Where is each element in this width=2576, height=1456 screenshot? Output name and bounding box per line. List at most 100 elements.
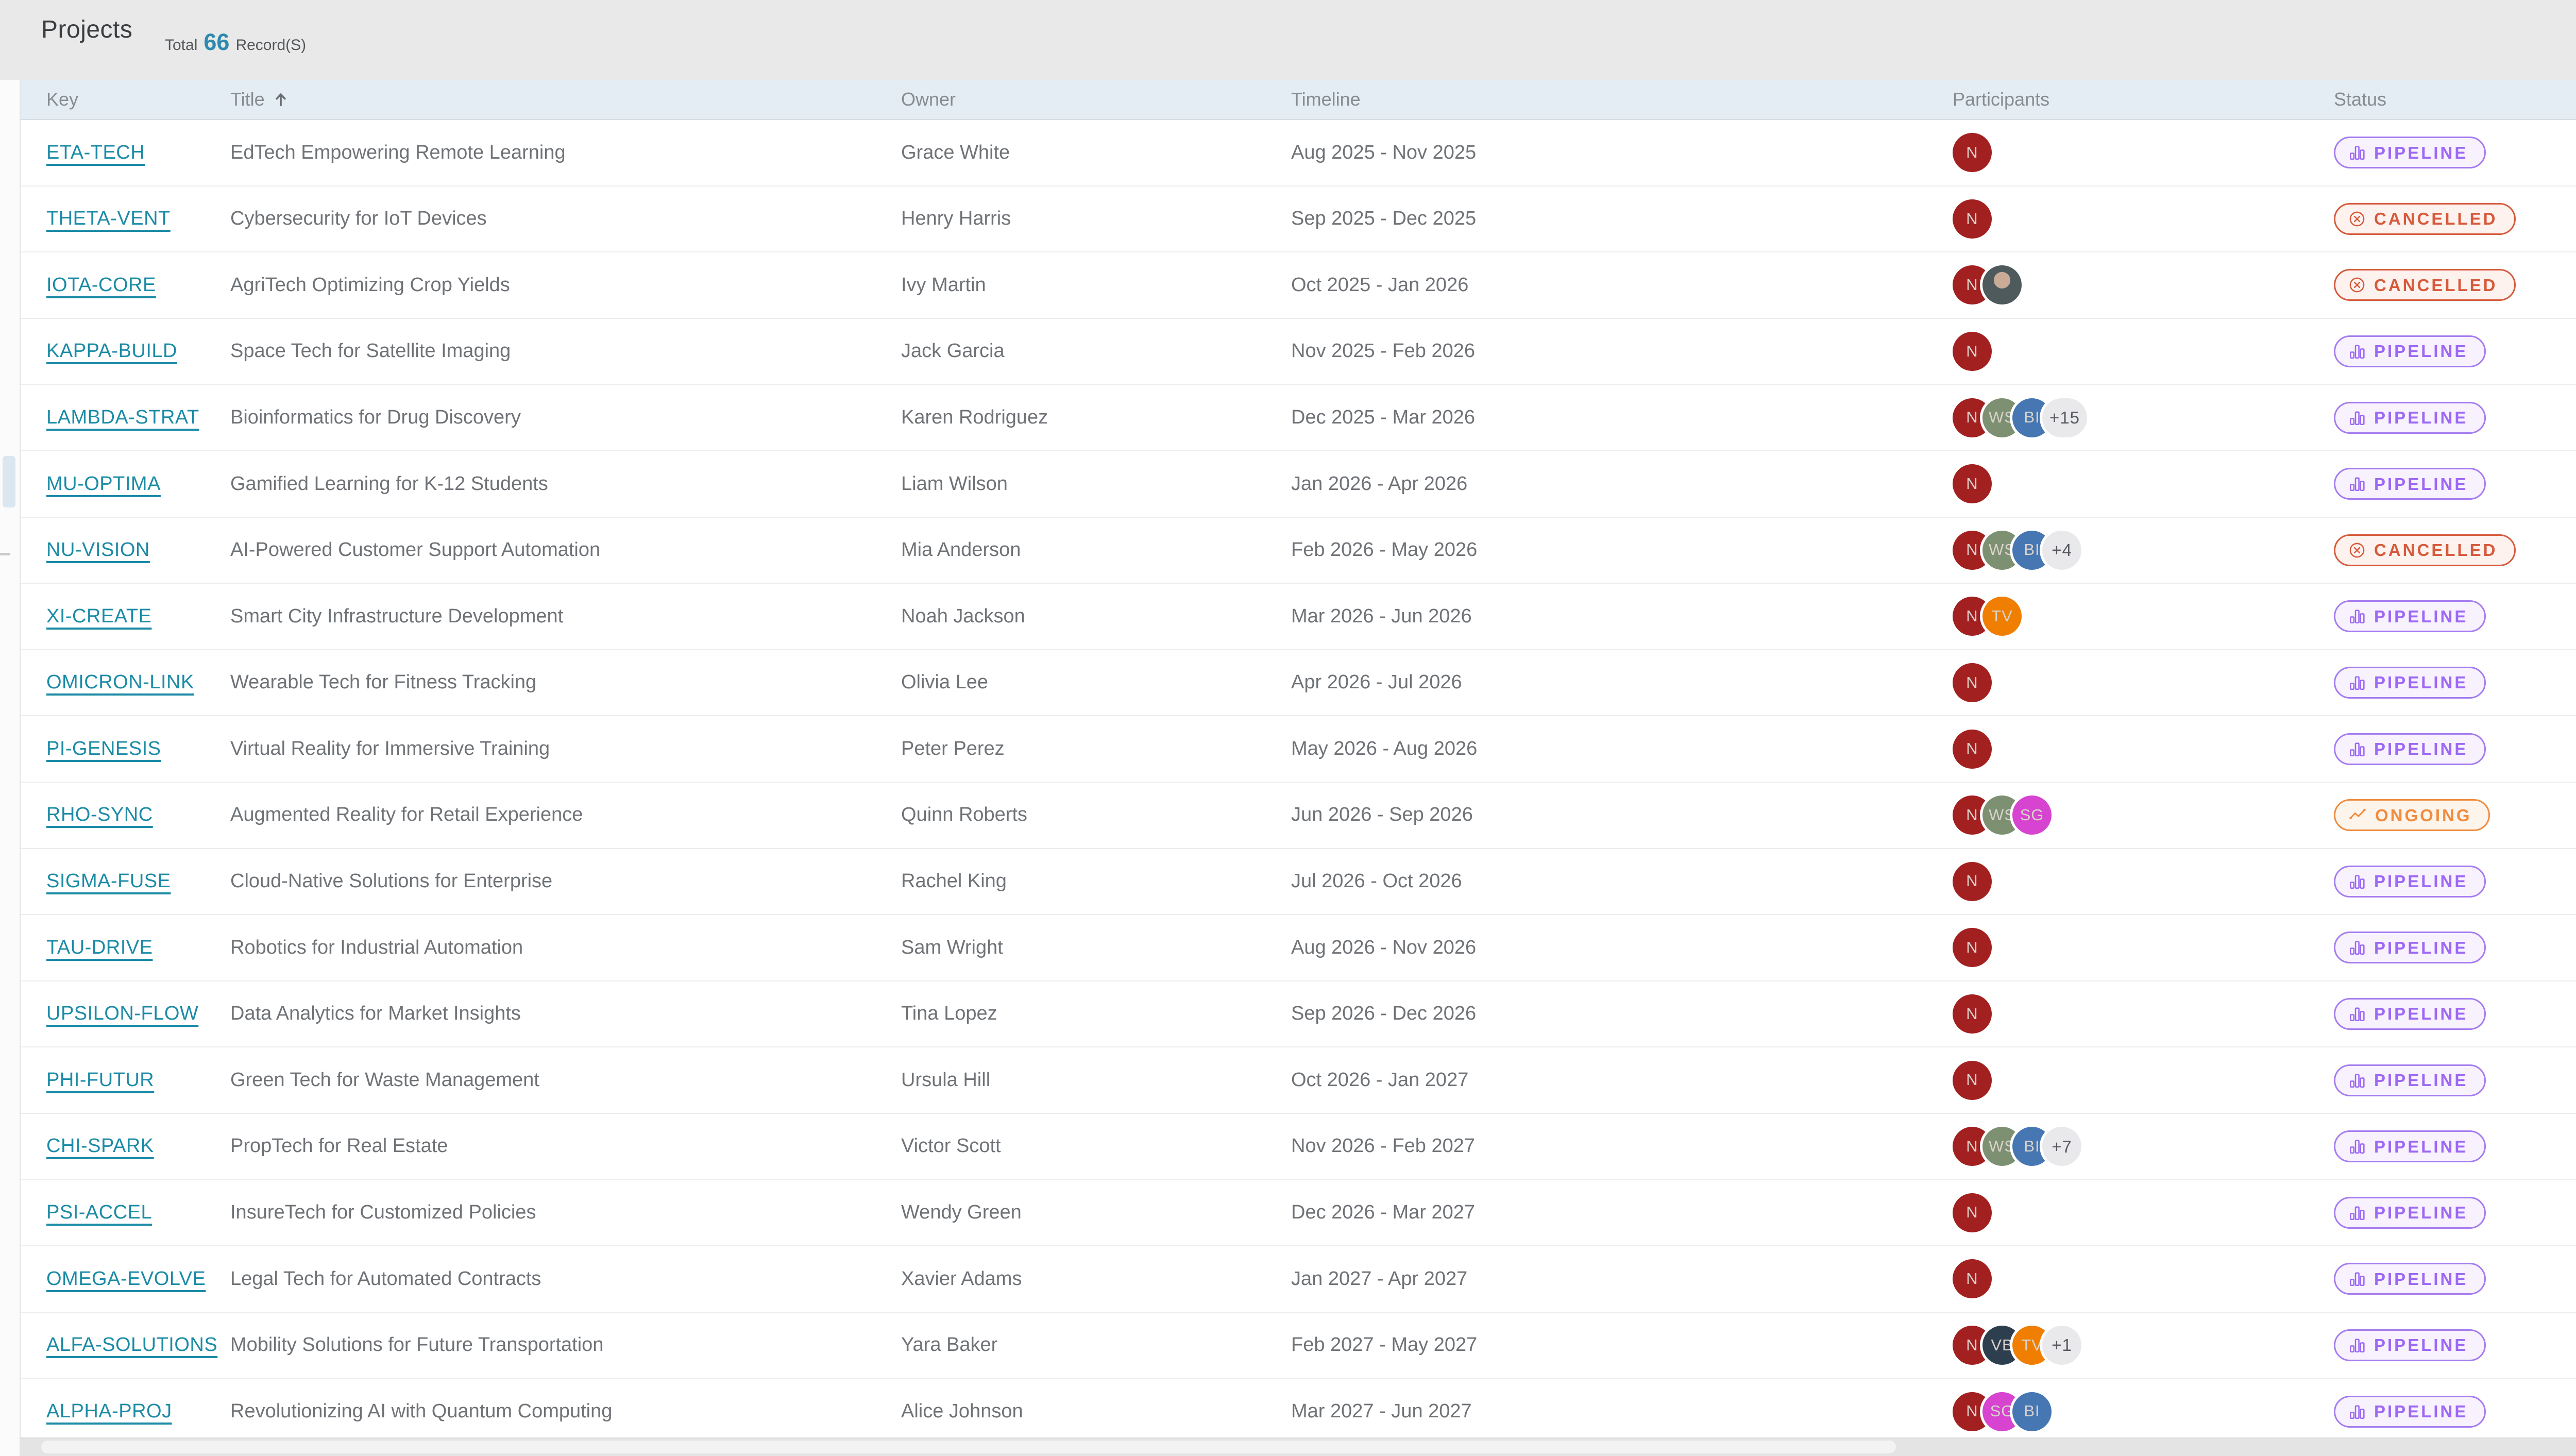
record-count-prefix: Total bbox=[165, 37, 198, 54]
avatar-SG: SG bbox=[2012, 795, 2052, 835]
status-label: PIPELINE bbox=[2374, 872, 2468, 891]
record-count-number: 66 bbox=[204, 29, 230, 55]
table-row: UPSILON-FLOW Data Analytics for Market I… bbox=[21, 981, 2576, 1048]
project-owner: Alice Johnson bbox=[901, 1400, 1023, 1422]
table-row: ALPHA-PROJ Revolutionizing AI with Quant… bbox=[21, 1379, 2576, 1437]
participants-group: N WS SG bbox=[1953, 795, 2334, 835]
page-title: Projects bbox=[41, 16, 133, 43]
participants-overflow-chip[interactable]: +4 bbox=[2042, 530, 2081, 570]
status-icon bbox=[2348, 1402, 2366, 1421]
participants-group: N bbox=[1953, 1259, 2334, 1299]
sort-ascending-icon bbox=[272, 91, 290, 108]
project-title: Revolutionizing AI with Quantum Computin… bbox=[230, 1400, 613, 1422]
status-icon bbox=[2348, 1269, 2366, 1288]
project-timeline: Dec 2025 - Mar 2026 bbox=[1291, 406, 1475, 428]
table-row: THETA-VENT Cybersecurity for IoT Devices… bbox=[21, 186, 2576, 253]
column-header-participants[interactable]: Participants bbox=[1953, 89, 2334, 110]
project-key-link[interactable]: PSI-ACCEL bbox=[46, 1201, 152, 1223]
participants-overflow-chip[interactable]: +15 bbox=[2042, 398, 2087, 437]
table-row: PI-GENESIS Virtual Reality for Immersive… bbox=[21, 716, 2576, 783]
status-icon bbox=[2348, 805, 2367, 825]
status-icon bbox=[2348, 1005, 2366, 1023]
project-title: Virtual Reality for Immersive Training bbox=[230, 737, 550, 759]
status-badge: CANCELLED bbox=[2334, 534, 2516, 566]
status-label: PIPELINE bbox=[2374, 1004, 2468, 1024]
table-row: IOTA-CORE AgriTech Optimizing Crop Yield… bbox=[21, 252, 2576, 319]
column-header-title[interactable]: Title bbox=[230, 89, 901, 110]
participants-overflow-chip[interactable]: +7 bbox=[2042, 1127, 2081, 1166]
project-key-link[interactable]: PHI-FUTUR bbox=[46, 1069, 154, 1091]
record-count: Total 66 Record(S) bbox=[165, 29, 306, 56]
status-badge: PIPELINE bbox=[2334, 998, 2486, 1030]
project-key-link[interactable]: CHI-SPARK bbox=[46, 1135, 154, 1157]
status-badge: PIPELINE bbox=[2334, 137, 2486, 169]
participants-group: N WS BI +4 bbox=[1953, 530, 2334, 570]
column-header-owner[interactable]: Owner bbox=[901, 89, 1291, 110]
status-badge: PIPELINE bbox=[2334, 1395, 2486, 1428]
project-key-link[interactable]: ETA-TECH bbox=[46, 142, 145, 163]
project-title: Robotics for Industrial Automation bbox=[230, 936, 523, 958]
avatar-N: N bbox=[1953, 332, 1992, 371]
participants-group: N bbox=[1953, 265, 2334, 305]
project-owner: Olivia Lee bbox=[901, 671, 988, 693]
status-label: PIPELINE bbox=[2374, 408, 2468, 428]
project-key-link[interactable]: KAPPA-BUILD bbox=[46, 340, 177, 362]
project-owner: Sam Wright bbox=[901, 936, 1003, 958]
avatar-N: N bbox=[1953, 1193, 1992, 1232]
project-key-link[interactable]: THETA-VENT bbox=[46, 208, 171, 229]
status-badge: PIPELINE bbox=[2334, 865, 2486, 898]
participants-group: N bbox=[1953, 663, 2334, 703]
status-label: PIPELINE bbox=[2374, 938, 2468, 957]
horizontal-scrollbar-thumb[interactable] bbox=[41, 1441, 1896, 1453]
status-label: PIPELINE bbox=[2374, 1070, 2468, 1090]
project-key-link[interactable]: MU-OPTIMA bbox=[46, 473, 161, 495]
project-key-link[interactable]: TAU-DRIVE bbox=[46, 937, 152, 958]
status-badge: PIPELINE bbox=[2334, 1130, 2486, 1163]
status-icon bbox=[2348, 1336, 2366, 1355]
status-badge: CANCELLED bbox=[2334, 202, 2516, 235]
scroll-position-indicator[interactable] bbox=[3, 456, 15, 507]
project-title: Smart City Infrastructure Development bbox=[230, 605, 564, 627]
project-key-link[interactable]: ALFA-SOLUTIONS bbox=[46, 1334, 217, 1356]
status-badge: ONGOING bbox=[2334, 799, 2490, 832]
toolbar: Projects Total 66 Record(S) Filter + C bbox=[0, 0, 2576, 80]
project-key-link[interactable]: PI-GENESIS bbox=[46, 738, 161, 759]
project-owner: Noah Jackson bbox=[901, 605, 1025, 627]
project-title: Gamified Learning for K-12 Students bbox=[230, 472, 548, 495]
project-timeline: Sep 2025 - Dec 2025 bbox=[1291, 208, 1477, 230]
project-key-link[interactable]: OMEGA-EVOLVE bbox=[46, 1268, 206, 1290]
column-header-key[interactable]: Key bbox=[46, 89, 230, 110]
project-title: InsureTech for Customized Policies bbox=[230, 1201, 536, 1224]
project-key-link[interactable]: IOTA-CORE bbox=[46, 274, 156, 296]
participants-overflow-chip[interactable]: +1 bbox=[2042, 1325, 2081, 1365]
project-owner: Tina Lopez bbox=[901, 1003, 997, 1025]
avatar-N: N bbox=[1953, 133, 1992, 173]
project-key-link[interactable]: OMICRON-LINK bbox=[46, 671, 194, 693]
gutter-divider bbox=[0, 553, 10, 555]
column-header-timeline[interactable]: Timeline bbox=[1291, 89, 1953, 110]
status-badge: PIPELINE bbox=[2334, 401, 2486, 434]
project-key-link[interactable]: RHO-SYNC bbox=[46, 804, 153, 825]
project-key-link[interactable]: ALPHA-PROJ bbox=[46, 1400, 172, 1422]
status-label: CANCELLED bbox=[2374, 209, 2498, 229]
project-title: Cloud-Native Solutions for Enterprise bbox=[230, 870, 553, 892]
project-title: Space Tech for Satellite Imaging bbox=[230, 340, 511, 362]
participants-group: N bbox=[1953, 729, 2334, 769]
project-timeline: Jan 2026 - Apr 2026 bbox=[1291, 472, 1468, 495]
project-key-link[interactable]: LAMBDA-STRAT bbox=[46, 407, 199, 428]
project-key-link[interactable]: XI-CREATE bbox=[46, 605, 151, 627]
project-key-link[interactable]: UPSILON-FLOW bbox=[46, 1003, 198, 1024]
project-key-link[interactable]: SIGMA-FUSE bbox=[46, 870, 171, 892]
status-icon bbox=[2348, 409, 2366, 427]
project-key-link[interactable]: NU-VISION bbox=[46, 539, 150, 561]
project-title: Wearable Tech for Fitness Tracking bbox=[230, 671, 537, 693]
participants-group: N WS BI +15 bbox=[1953, 398, 2334, 437]
status-badge: PIPELINE bbox=[2334, 667, 2486, 699]
status-label: PIPELINE bbox=[2374, 1335, 2468, 1355]
project-timeline: Sep 2026 - Dec 2026 bbox=[1291, 1003, 1477, 1025]
status-label: PIPELINE bbox=[2374, 673, 2468, 692]
column-header-status[interactable]: Status bbox=[2334, 89, 2576, 110]
table-row: SIGMA-FUSE Cloud-Native Solutions for En… bbox=[21, 849, 2576, 916]
project-owner: Wendy Green bbox=[901, 1201, 1022, 1224]
project-title: Green Tech for Waste Management bbox=[230, 1069, 539, 1091]
